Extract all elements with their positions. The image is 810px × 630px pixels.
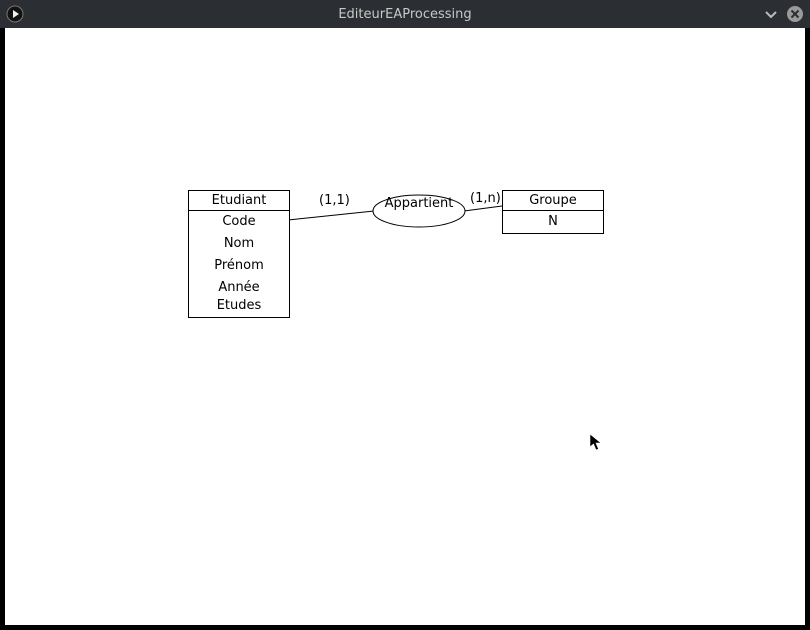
- connector-lines: [5, 28, 805, 625]
- entity-etudiant-attr: Année Etudes: [189, 277, 289, 317]
- entity-groupe[interactable]: Groupe N: [502, 190, 604, 234]
- diagram-canvas[interactable]: Etudiant Code Nom Prénom Année Etudes Gr…: [5, 28, 805, 625]
- run-icon[interactable]: [6, 5, 24, 23]
- entity-groupe-title: Groupe: [503, 191, 603, 211]
- relation-label: Appartient: [372, 196, 466, 211]
- close-icon[interactable]: [786, 5, 804, 23]
- cardinality-left: (1,1): [319, 193, 350, 208]
- window-titlebar: EditeurEAProcessing: [0, 0, 810, 28]
- entity-etudiant-attr: Code: [189, 211, 289, 233]
- entity-etudiant-title: Etudiant: [189, 191, 289, 211]
- entity-etudiant-attr: Nom: [189, 233, 289, 255]
- window-title: EditeurEAProcessing: [0, 7, 810, 22]
- entity-groupe-attr: N: [503, 211, 603, 233]
- entity-etudiant[interactable]: Etudiant Code Nom Prénom Année Etudes: [188, 190, 290, 318]
- minimize-icon[interactable]: [762, 5, 780, 23]
- entity-etudiant-attr: Prénom: [189, 255, 289, 277]
- cardinality-right: (1,n): [470, 191, 501, 206]
